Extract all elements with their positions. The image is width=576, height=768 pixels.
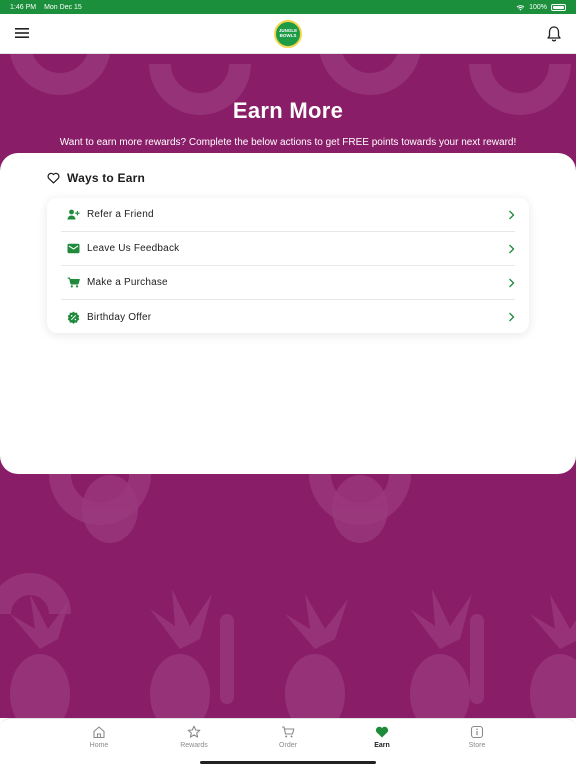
chevron-right-icon — [509, 312, 515, 322]
status-right: 100% — [516, 3, 566, 11]
chevron-right-icon — [509, 210, 515, 219]
list-item-leave-feedback[interactable]: Leave Us Feedback — [61, 232, 515, 266]
app-header: JUNGLE BOWLS — [0, 14, 576, 54]
tab-home[interactable]: Home — [69, 725, 129, 749]
badge-icon — [67, 311, 80, 324]
list-item-label: Make a Purchase — [87, 277, 168, 288]
tab-label: Home — [89, 742, 109, 749]
list-item-label: Leave Us Feedback — [87, 243, 180, 254]
status-bar: 1:46 PM Mon Dec 15 100% — [0, 0, 576, 14]
ways-to-earn-header: Ways to Earn — [47, 171, 145, 185]
battery-icon — [551, 3, 566, 11]
list-item-refer-a-friend[interactable]: Refer a Friend — [61, 198, 515, 232]
page-subtitle: Want to earn more rewards? Complete the … — [59, 137, 517, 148]
mail-icon — [67, 243, 80, 254]
heart-outline-icon — [47, 172, 60, 184]
cart-icon — [282, 726, 295, 738]
list-item-label: Refer a Friend — [87, 209, 154, 220]
star-icon — [187, 725, 201, 738]
ways-to-earn-title: Ways to Earn — [67, 171, 145, 185]
heart-icon — [375, 726, 389, 738]
chevron-right-icon — [509, 244, 515, 253]
bottom-tab-bar: Home Rewards Order Earn Store — [0, 718, 576, 768]
cart-icon — [67, 277, 80, 288]
content-panel: Ways to Earn Refer a Friend Leave Us Fee… — [0, 153, 576, 474]
list-item-birthday-offer[interactable]: Birthday Offer — [61, 300, 515, 334]
tab-store[interactable]: Store — [447, 725, 507, 749]
status-time: 1:46 PM — [10, 3, 37, 11]
bell-icon[interactable] — [546, 25, 562, 43]
tab-earn[interactable]: Earn — [352, 725, 412, 749]
tab-label: Rewards — [180, 742, 208, 749]
wifi-icon — [516, 4, 525, 11]
battery-percent: 100% — [529, 3, 547, 11]
list-item-make-purchase[interactable]: Make a Purchase — [61, 266, 515, 300]
tab-label: Order — [279, 742, 297, 749]
ways-to-earn-list: Refer a Friend Leave Us Feedback Make a … — [47, 198, 529, 333]
home-indicator[interactable] — [200, 761, 376, 764]
logo-text-2: BOWLS — [279, 32, 297, 38]
home-icon — [93, 726, 105, 739]
chevron-right-icon — [509, 278, 515, 287]
tab-label: Earn — [374, 742, 390, 749]
list-item-label: Birthday Offer — [87, 311, 152, 323]
tab-rewards[interactable]: Rewards — [164, 725, 224, 749]
info-icon — [470, 725, 484, 739]
status-date: Mon Dec 15 — [44, 3, 82, 11]
tab-label: Store — [468, 742, 486, 749]
jungle-bowls-logo[interactable]: JUNGLE BOWLS — [274, 19, 302, 48]
add-user-icon — [67, 209, 80, 220]
tab-order[interactable]: Order — [258, 725, 318, 749]
page-title: Earn More — [232, 98, 344, 123]
hamburger-icon[interactable] — [14, 26, 30, 40]
